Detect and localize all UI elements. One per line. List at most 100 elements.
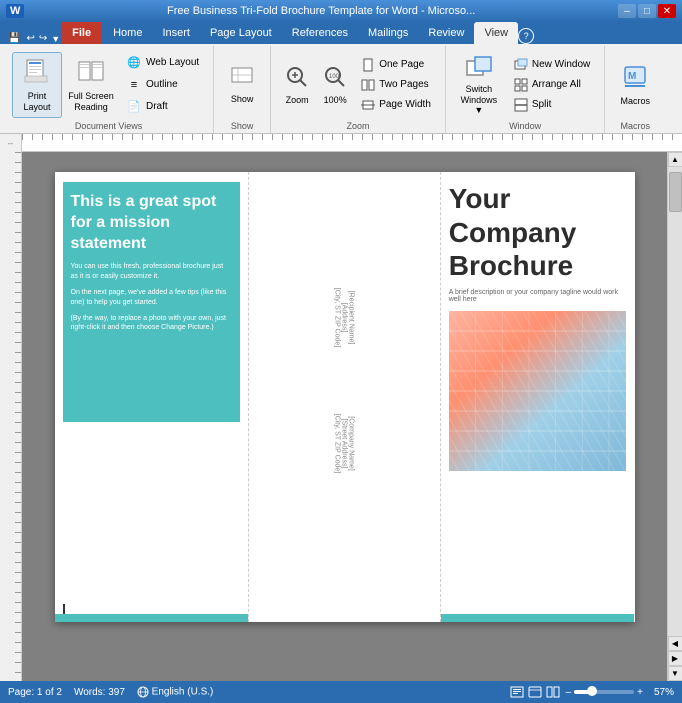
- tab-page-layout[interactable]: Page Layout: [200, 22, 282, 44]
- arrange-all-icon: [514, 78, 528, 92]
- show-label-group: Show: [231, 121, 254, 131]
- zoom-plus[interactable]: +: [637, 687, 643, 698]
- tab-home[interactable]: Home: [103, 22, 152, 44]
- zoom-slider-thumb[interactable]: [587, 686, 597, 696]
- page-indicator: Page: 1 of 2: [8, 687, 62, 698]
- maximize-button[interactable]: □: [638, 4, 656, 18]
- tab-mailings[interactable]: Mailings: [358, 22, 418, 44]
- macros-button[interactable]: M Macros: [613, 52, 657, 118]
- window-title: Free Business Tri-Fold Brochure Template…: [24, 5, 618, 17]
- zoom-100-label: 100%: [324, 95, 347, 105]
- new-window-button[interactable]: New Window: [508, 56, 596, 74]
- arrange-all-label: Arrange All: [532, 79, 581, 90]
- two-pages-label: Two Pages: [379, 79, 428, 90]
- ruler-area: ↔: [0, 134, 682, 152]
- scroll-extra-buttons: ◀ ▶: [668, 636, 682, 666]
- language-icon: [137, 686, 149, 698]
- tab-view[interactable]: View: [474, 22, 518, 44]
- outline-button[interactable]: ≡ Outline: [120, 75, 205, 95]
- draft-icon: 📄: [126, 99, 142, 115]
- tagline-text: A brief description or your company tagl…: [449, 289, 627, 303]
- show-content: Show: [222, 48, 262, 121]
- middle-text-2: [Company Name][Street Address][City, ST …: [334, 384, 355, 504]
- brochure-layout: This is a great spot for a mission state…: [55, 172, 635, 622]
- one-page-icon: [361, 58, 375, 72]
- draft-button[interactable]: 📄 Draft: [120, 97, 205, 117]
- macros-label: Macros: [620, 96, 650, 106]
- zoom-minus[interactable]: –: [566, 687, 572, 698]
- scroll-track[interactable]: [668, 167, 682, 636]
- arrange-all-button[interactable]: Arrange All: [508, 76, 596, 94]
- new-window-label: New Window: [532, 59, 590, 70]
- left-para-1: You can use this fresh, professional bro…: [71, 262, 232, 282]
- reading-view-icon[interactable]: [546, 686, 560, 698]
- two-pages-button[interactable]: Two Pages: [355, 76, 437, 94]
- title-bar-left: W: [6, 4, 24, 18]
- full-screen-reading-button[interactable]: Full ScreenReading: [66, 52, 116, 118]
- brochure-left-column: This is a great spot for a mission state…: [55, 172, 248, 622]
- zoom-group-label: Zoom: [347, 121, 370, 131]
- draft-label: Draft: [146, 101, 168, 112]
- show-button[interactable]: Show: [222, 52, 262, 118]
- help-icon[interactable]: ?: [518, 28, 534, 44]
- macros-group-label: Macros: [620, 121, 650, 131]
- print-layout-button[interactable]: PrintLayout: [12, 52, 62, 118]
- status-left: Page: 1 of 2 Words: 397 English (U.S.): [8, 686, 213, 698]
- left-para-2: On the next page, we've added a few tips…: [71, 288, 232, 308]
- main-area: This is a great spot for a mission state…: [0, 152, 682, 681]
- scroll-down-arrow[interactable]: ▼: [668, 666, 682, 681]
- scroll-next-page[interactable]: ▶: [668, 651, 682, 666]
- web-view-icon[interactable]: [528, 686, 542, 698]
- new-window-icon: [514, 58, 528, 72]
- switch-windows-icon: [463, 53, 495, 81]
- macros-content: M Macros: [613, 48, 657, 121]
- zoom-label: Zoom: [286, 95, 309, 105]
- window-group-label: Window: [509, 121, 541, 131]
- window-content: SwitchWindows ▼ New Window Arrange All S…: [454, 48, 596, 121]
- zoom-control[interactable]: – + 57%: [566, 687, 674, 698]
- tab-references[interactable]: References: [282, 22, 358, 44]
- building-image: [449, 311, 627, 471]
- zoom-100-button[interactable]: 100 100%: [319, 52, 351, 118]
- document-views-label: Document Views: [75, 121, 142, 131]
- full-screen-reading-icon: [75, 56, 107, 88]
- status-bar: Page: 1 of 2 Words: 397 English (U.S.) –…: [0, 681, 682, 703]
- zoom-button[interactable]: Zoom: [279, 52, 315, 118]
- one-page-button[interactable]: One Page: [355, 56, 437, 74]
- title-bar: W Free Business Tri-Fold Brochure Templa…: [0, 0, 682, 22]
- close-button[interactable]: ✕: [658, 4, 676, 18]
- print-layout-icon: [21, 56, 53, 88]
- split-button[interactable]: Split: [508, 96, 596, 114]
- zoom-page-buttons: One Page Two Pages Page Width: [355, 52, 437, 118]
- file-tab[interactable]: File: [62, 22, 101, 44]
- view-small-buttons: 🌐 Web Layout ≡ Outline 📄 Draft: [120, 52, 205, 118]
- tab-insert[interactable]: Insert: [152, 22, 200, 44]
- macros-group: M Macros Macros: [605, 46, 665, 133]
- horizontal-ruler: [22, 134, 682, 152]
- ribbon: PrintLayout Full ScreenReading: [0, 44, 682, 134]
- document-area[interactable]: This is a great spot for a mission state…: [22, 152, 667, 681]
- switch-windows-label: SwitchWindows ▼: [456, 84, 502, 116]
- qa-dropdown[interactable]: ▼: [49, 34, 62, 44]
- zoom-level[interactable]: 57%: [646, 687, 674, 698]
- show-icon: [230, 65, 254, 91]
- web-layout-button[interactable]: 🌐 Web Layout: [120, 53, 205, 73]
- zoom-100-icon: 100: [322, 64, 348, 92]
- qa-save[interactable]: 💾: [4, 33, 24, 44]
- minimize-button[interactable]: –: [618, 4, 636, 18]
- word-icon: W: [6, 4, 24, 18]
- qa-redo[interactable]: ↪: [37, 33, 49, 44]
- page-width-button[interactable]: Page Width: [355, 96, 437, 114]
- status-right: – + 57%: [510, 686, 674, 698]
- tab-review[interactable]: Review: [418, 22, 474, 44]
- print-view-icon[interactable]: [510, 686, 524, 698]
- scroll-prev-page[interactable]: ◀: [668, 636, 682, 651]
- web-layout-icon: 🌐: [126, 55, 142, 71]
- scroll-up-arrow[interactable]: ▲: [668, 152, 682, 167]
- split-icon: [514, 98, 528, 112]
- switch-windows-button[interactable]: SwitchWindows ▼: [454, 52, 504, 118]
- zoom-slider-track[interactable]: [574, 690, 634, 694]
- scroll-thumb[interactable]: [669, 172, 682, 212]
- qa-undo[interactable]: ↩: [24, 33, 36, 44]
- vertical-scrollbar[interactable]: ▲ ◀ ▶ ▼: [667, 152, 682, 681]
